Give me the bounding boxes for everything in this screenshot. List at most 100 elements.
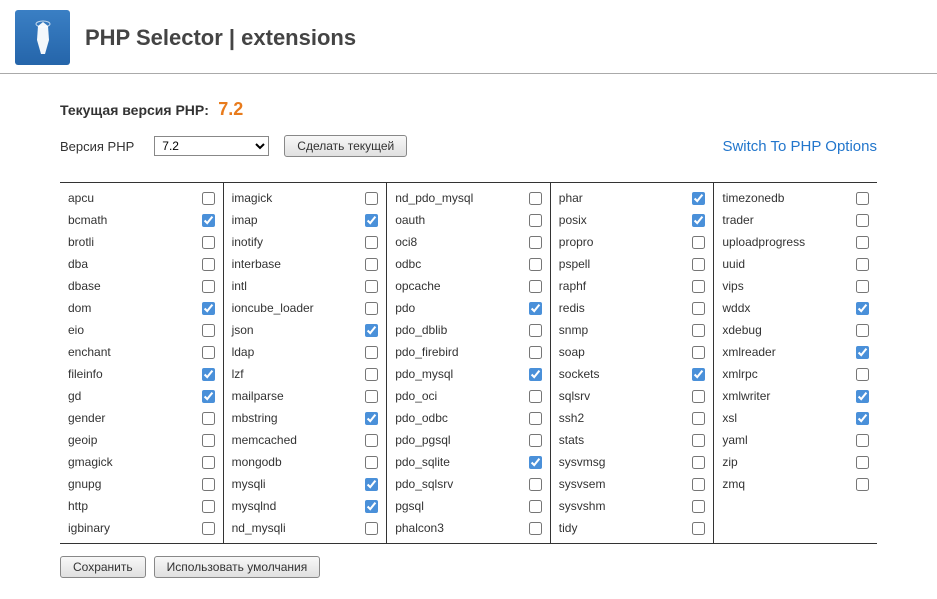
extension-checkbox[interactable] <box>692 192 705 205</box>
extension-checkbox[interactable] <box>202 434 215 447</box>
extension-checkbox[interactable] <box>202 258 215 271</box>
extension-label: xmlwriter <box>722 387 770 405</box>
extension-checkbox[interactable] <box>692 258 705 271</box>
extension-checkbox[interactable] <box>692 280 705 293</box>
extension-checkbox[interactable] <box>529 522 542 535</box>
extension-checkbox[interactable] <box>202 192 215 205</box>
extension-checkbox[interactable] <box>692 302 705 315</box>
extension-checkbox[interactable] <box>856 192 869 205</box>
extension-checkbox[interactable] <box>365 214 378 227</box>
extension-checkbox[interactable] <box>365 302 378 315</box>
extension-checkbox[interactable] <box>202 522 215 535</box>
extension-checkbox[interactable] <box>529 236 542 249</box>
extension-checkbox[interactable] <box>692 500 705 513</box>
version-select-label: Версия PHP <box>60 139 134 154</box>
extension-checkbox[interactable] <box>529 368 542 381</box>
extension-checkbox[interactable] <box>856 236 869 249</box>
extension-item: mysqlnd <box>224 495 387 517</box>
extension-checkbox[interactable] <box>856 258 869 271</box>
extension-checkbox[interactable] <box>529 258 542 271</box>
extension-item: apcu <box>60 187 223 209</box>
extension-checkbox[interactable] <box>365 412 378 425</box>
extension-checkbox[interactable] <box>529 192 542 205</box>
extension-checkbox[interactable] <box>529 456 542 469</box>
extension-label: sockets <box>559 365 600 383</box>
extension-checkbox[interactable] <box>202 346 215 359</box>
extension-checkbox[interactable] <box>365 456 378 469</box>
extension-checkbox[interactable] <box>202 390 215 403</box>
extension-checkbox[interactable] <box>692 390 705 403</box>
extension-label: snmp <box>559 321 588 339</box>
extension-checkbox[interactable] <box>365 346 378 359</box>
extension-checkbox[interactable] <box>202 478 215 491</box>
extension-checkbox[interactable] <box>692 434 705 447</box>
extension-label: raphf <box>559 277 586 295</box>
extension-checkbox[interactable] <box>856 302 869 315</box>
extension-checkbox[interactable] <box>856 324 869 337</box>
extension-checkbox[interactable] <box>202 368 215 381</box>
extension-checkbox[interactable] <box>856 280 869 293</box>
extension-checkbox[interactable] <box>856 434 869 447</box>
control-row: Версия PHP 7.2 Сделать текущей Switch To… <box>60 135 877 157</box>
extension-checkbox[interactable] <box>202 324 215 337</box>
extension-checkbox[interactable] <box>365 236 378 249</box>
version-select[interactable]: 7.2 <box>154 136 269 156</box>
extension-checkbox[interactable] <box>529 346 542 359</box>
extension-checkbox[interactable] <box>856 368 869 381</box>
extension-checkbox[interactable] <box>365 192 378 205</box>
extension-checkbox[interactable] <box>692 522 705 535</box>
extension-label: sysvshm <box>559 497 606 515</box>
extension-checkbox[interactable] <box>692 412 705 425</box>
extension-checkbox[interactable] <box>856 478 869 491</box>
extension-checkbox[interactable] <box>202 214 215 227</box>
extension-label: http <box>68 497 88 515</box>
save-button[interactable]: Сохранить <box>60 556 146 578</box>
extension-checkbox[interactable] <box>529 434 542 447</box>
extension-checkbox[interactable] <box>692 368 705 381</box>
extension-checkbox[interactable] <box>692 346 705 359</box>
extension-item: fileinfo <box>60 363 223 385</box>
switch-options-link[interactable]: Switch To PHP Options <box>722 138 877 155</box>
extension-checkbox[interactable] <box>365 324 378 337</box>
extension-checkbox[interactable] <box>365 478 378 491</box>
extension-checkbox[interactable] <box>529 412 542 425</box>
extension-checkbox[interactable] <box>856 412 869 425</box>
extension-checkbox[interactable] <box>856 214 869 227</box>
extension-checkbox[interactable] <box>529 324 542 337</box>
extension-item: gmagick <box>60 451 223 473</box>
extension-checkbox[interactable] <box>856 390 869 403</box>
extension-checkbox[interactable] <box>529 500 542 513</box>
extension-checkbox[interactable] <box>202 412 215 425</box>
extension-checkbox[interactable] <box>529 280 542 293</box>
extension-checkbox[interactable] <box>202 456 215 469</box>
reset-button[interactable]: Использовать умолчания <box>154 556 321 578</box>
extension-checkbox[interactable] <box>692 478 705 491</box>
extension-checkbox[interactable] <box>692 236 705 249</box>
extension-checkbox[interactable] <box>692 456 705 469</box>
extension-checkbox[interactable] <box>692 214 705 227</box>
extension-checkbox[interactable] <box>365 434 378 447</box>
extension-checkbox[interactable] <box>529 390 542 403</box>
extension-checkbox[interactable] <box>529 478 542 491</box>
extension-checkbox[interactable] <box>856 456 869 469</box>
extension-checkbox[interactable] <box>365 368 378 381</box>
extension-label: pdo_sqlsrv <box>395 475 453 493</box>
extension-label: pdo_firebird <box>395 343 458 361</box>
extension-checkbox[interactable] <box>202 302 215 315</box>
extension-checkbox[interactable] <box>365 500 378 513</box>
extension-checkbox[interactable] <box>529 302 542 315</box>
extension-checkbox[interactable] <box>202 500 215 513</box>
extension-item: vips <box>714 275 877 297</box>
set-current-button[interactable]: Сделать текущей <box>284 135 407 157</box>
extension-label: phar <box>559 189 583 207</box>
extension-checkbox[interactable] <box>529 214 542 227</box>
extension-checkbox[interactable] <box>202 280 215 293</box>
extension-checkbox[interactable] <box>365 522 378 535</box>
extension-label: wddx <box>722 299 750 317</box>
extension-checkbox[interactable] <box>856 346 869 359</box>
extension-checkbox[interactable] <box>365 280 378 293</box>
extension-checkbox[interactable] <box>202 236 215 249</box>
extension-checkbox[interactable] <box>692 324 705 337</box>
extension-checkbox[interactable] <box>365 390 378 403</box>
extension-checkbox[interactable] <box>365 258 378 271</box>
